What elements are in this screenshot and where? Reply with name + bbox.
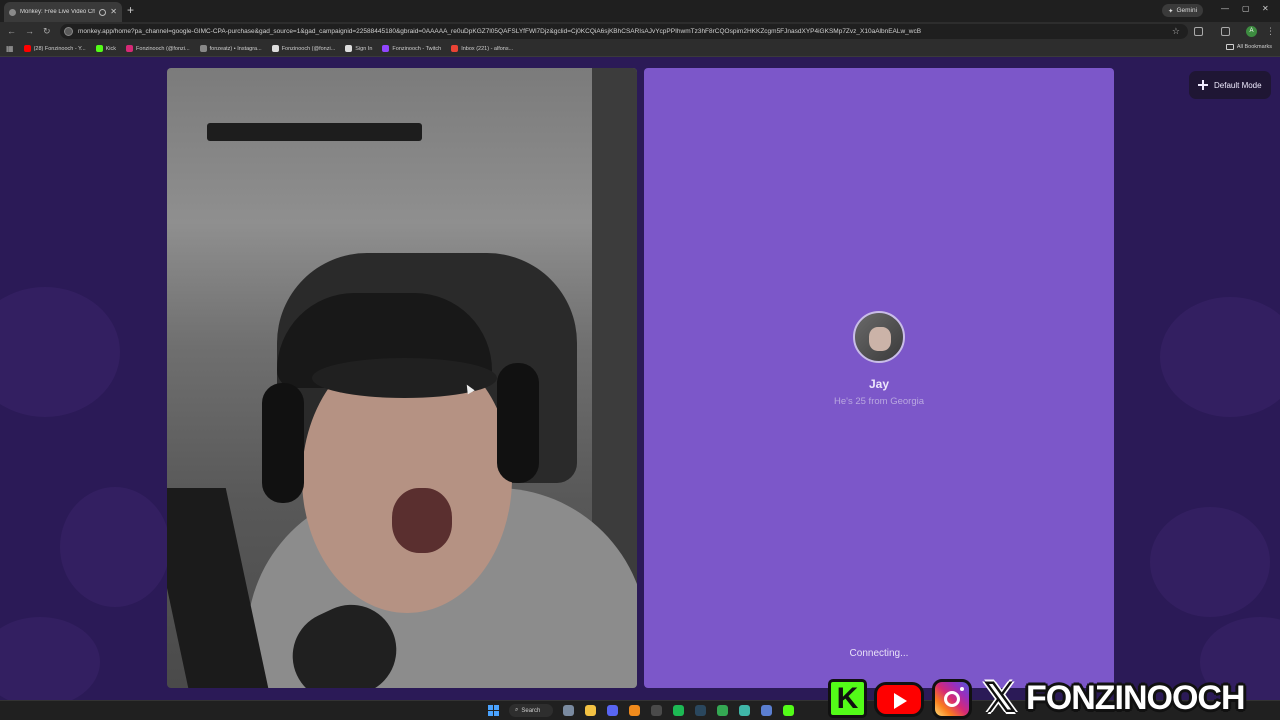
bookmark-label: fonzeatz) • Instagra... <box>209 45 262 52</box>
gemini-sparkle-icon: ✦ <box>1168 7 1174 15</box>
capture-app-icon[interactable] <box>739 705 750 716</box>
peer-avatar <box>853 311 905 363</box>
window-close-icon[interactable]: ✕ <box>1262 4 1269 13</box>
browser-app-icon[interactable] <box>761 705 772 716</box>
discord-app-icon[interactable] <box>607 705 618 716</box>
cast-icon[interactable] <box>1221 27 1230 36</box>
chrome-app-icon[interactable] <box>717 705 728 716</box>
bookmark-favicon-icon <box>126 45 134 52</box>
bookmark-favicon-icon <box>95 45 103 52</box>
address-bar[interactable]: monkey.app/home?pa_channel=google-GIMC-C… <box>60 24 1188 39</box>
tab-close-icon[interactable]: ✕ <box>110 8 117 16</box>
background-blob <box>1160 297 1280 417</box>
reload-icon[interactable]: ↻ <box>43 26 51 36</box>
bookmarks-bar: ▦ (28) Fonzinooch - Y... Kick Fonzinooch (… <box>0 41 1280 57</box>
bookmark-label: Fonzinooch (@fonzi... <box>281 45 336 52</box>
settings-app-icon[interactable] <box>563 705 574 716</box>
tab-title: Monkey: Free Live Video Ch <box>20 9 96 15</box>
bookmark-favicon-icon <box>199 45 207 52</box>
background-blob <box>0 287 120 417</box>
site-info-icon[interactable] <box>64 27 73 36</box>
taskbar-search-label: Search <box>521 707 541 714</box>
default-mode-button[interactable]: Default Mode <box>1189 71 1271 99</box>
mic-arm <box>167 488 269 688</box>
remote-video-panel: Jay He's 25 from Georgia Connecting... <box>644 68 1114 688</box>
bookmark-item[interactable]: Kick <box>95 45 117 52</box>
bookmark-favicon-icon <box>271 45 279 52</box>
background-blob <box>0 617 100 700</box>
peer-name: Jay <box>868 377 890 391</box>
bookmark-list: (28) Fonzinooch - Y... Kick Fonzinooch (@f… <box>23 45 513 52</box>
profile-avatar[interactable]: A <box>1246 26 1257 37</box>
bookmark-favicon-icon <box>23 45 31 52</box>
peer-info: He's 25 from Georgia <box>834 396 924 407</box>
monkey-favicon-icon <box>9 8 16 16</box>
menu-icon[interactable]: ⋮ <box>1266 26 1275 36</box>
bookmark-item[interactable]: Fonzinooch (@fonzi... <box>271 45 336 52</box>
folder-icon <box>1225 44 1234 50</box>
back-icon[interactable]: ← <box>7 26 16 36</box>
minimize-icon[interactable]: — <box>1221 4 1229 13</box>
obs-app-icon[interactable] <box>651 705 662 716</box>
bookmark-star-icon[interactable]: ☆ <box>1172 26 1180 37</box>
bookmark-label: Fonzinooch (@fonzi... <box>136 45 190 52</box>
bookmark-favicon-icon <box>382 45 390 52</box>
streamer-handle: FONZINOOCH <box>1026 679 1246 717</box>
default-mode-label: Default Mode <box>1214 80 1262 90</box>
extensions-icon[interactable] <box>1194 27 1203 36</box>
headphone-right <box>497 363 539 483</box>
all-bookmarks-label: All Bookmarks <box>1236 44 1272 50</box>
mode-toggle-icon <box>1198 80 1208 90</box>
background-blob <box>1150 507 1270 617</box>
url-text[interactable]: monkey.app/home?pa_channel=google-GIMC-C… <box>78 28 921 35</box>
peer-avatar-image <box>869 327 891 351</box>
kick-logo-icon: K <box>828 679 867 718</box>
headphone-left <box>262 383 304 503</box>
new-tab-button[interactable]: + <box>127 4 134 16</box>
wall-decoration <box>207 123 422 141</box>
kick-app-icon[interactable] <box>783 705 794 716</box>
file-explorer-app-icon[interactable] <box>585 705 596 716</box>
gemini-button[interactable]: ✦ Gemini <box>1162 4 1204 17</box>
all-bookmarks-button[interactable]: All Bookmarks <box>1225 44 1272 50</box>
monkey-app-page: Jay He's 25 from Georgia Connecting... D… <box>0 57 1280 700</box>
bookmark-label: Kick <box>105 45 117 52</box>
bookmark-item[interactable]: fonzeatz) • Instagra... <box>199 45 262 52</box>
tab-bar: Monkey: Free Live Video Ch ✕ + ✦ Gemini … <box>0 0 1280 22</box>
bookmark-label: Fonzinooch - Twitch <box>392 45 442 52</box>
browser-tab[interactable]: Monkey: Free Live Video Ch ✕ <box>4 2 122 22</box>
windows-start-icon[interactable] <box>488 705 499 716</box>
bookmark-label: Sign In <box>355 45 373 52</box>
bookmark-item[interactable]: (28) Fonzinooch - Y... <box>23 45 86 52</box>
youtube-logo-icon <box>874 682 924 717</box>
maximize-icon[interactable]: ▢ <box>1242 4 1250 13</box>
bookmark-favicon-icon <box>345 45 353 52</box>
search-icon: ⌕ <box>515 707 519 713</box>
spotify-app-icon[interactable] <box>673 705 684 716</box>
bookmark-item[interactable]: Fonzinooch (@fonzi... <box>126 45 190 52</box>
person-mouth <box>392 488 452 553</box>
bookmark-favicon-icon <box>451 45 459 52</box>
vlc-app-icon[interactable] <box>629 705 640 716</box>
forward-icon[interactable]: → <box>25 26 34 36</box>
recording-indicator-icon <box>99 8 107 16</box>
bookmark-label: Inbox (221) - alfons... <box>461 45 514 52</box>
background-blob <box>60 487 170 607</box>
toolbar: ← → ↻ monkey.app/home?pa_channel=google-… <box>0 22 1280 41</box>
bookmark-item[interactable]: Fonzinooch - Twitch <box>382 45 441 52</box>
bookmark-item[interactable]: Inbox (221) - alfons... <box>451 45 513 52</box>
instagram-logo-icon <box>932 679 972 719</box>
streamer-overlay: K 𝕏 FONZINOOCH <box>826 676 1280 720</box>
gemini-label: Gemini <box>1176 7 1198 14</box>
local-video-feed <box>167 68 637 688</box>
connection-status: Connecting... <box>849 648 909 659</box>
steam-app-icon[interactable] <box>695 705 706 716</box>
taskbar-search[interactable]: ⌕ Search <box>509 704 553 717</box>
bookmark-item[interactable]: Sign In <box>345 45 372 52</box>
bookmark-label: (28) Fonzinooch - Y... <box>33 45 86 52</box>
x-logo-icon: 𝕏 <box>983 674 1017 720</box>
apps-grid-icon[interactable]: ▦ <box>6 44 14 54</box>
